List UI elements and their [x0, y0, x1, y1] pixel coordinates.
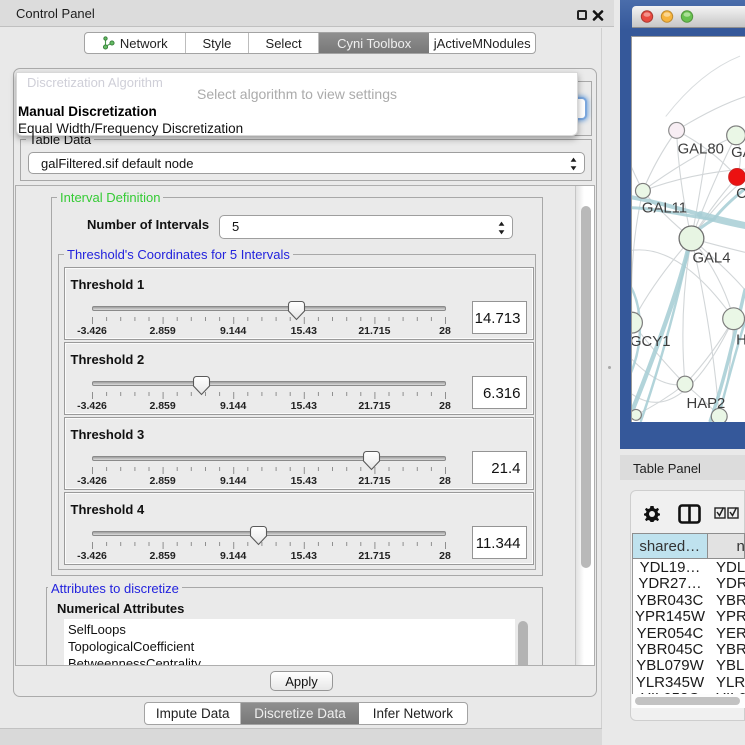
svg-text:C: C [736, 186, 745, 202]
svg-text:GCY1: GCY1 [631, 334, 670, 350]
svg-text:GAL4: GAL4 [692, 251, 730, 267]
svg-text:GAL11: GAL11 [642, 201, 687, 217]
svg-text:HS: HS [736, 332, 745, 348]
svg-text:HAP2: HAP2 [687, 396, 726, 412]
svg-text:GA: GA [731, 145, 745, 161]
svg-text:GAL80: GAL80 [678, 142, 724, 158]
